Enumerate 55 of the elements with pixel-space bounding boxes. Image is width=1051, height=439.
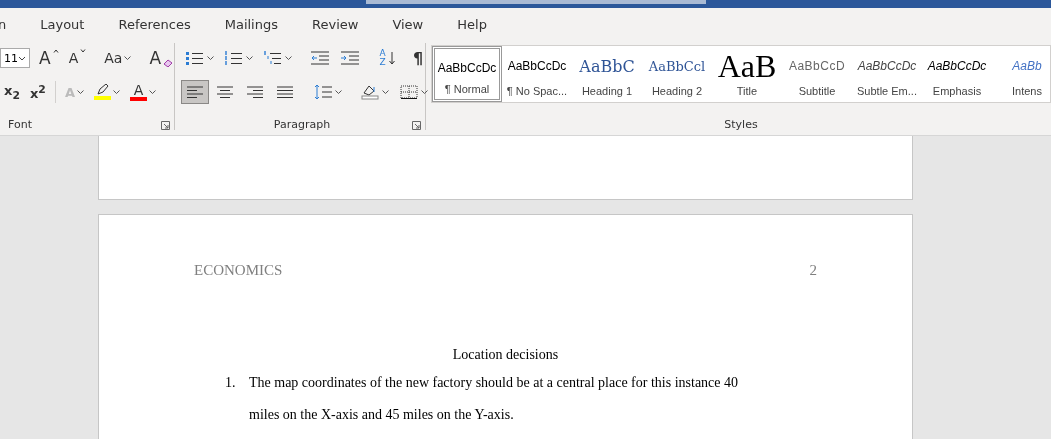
style-item[interactable]: AaBb Intens	[992, 46, 1050, 102]
group-label: Paragraph	[273, 117, 331, 131]
ribbon-tab[interactable]: Mailings	[207, 16, 295, 32]
ribbon-tab[interactable]: References	[101, 16, 208, 32]
group-label: Styles	[724, 117, 758, 131]
script-button[interactable]: x$_{2}$	[0, 80, 24, 104]
document-heading: Location decisions	[451, 346, 560, 364]
line-spacing-icon	[313, 84, 333, 100]
list-item-text: The map coordinates of the new factory should be at a central place for this instance 40 miles on the X-axis and 45 miles on the Y-axis.	[249, 374, 740, 424]
pen-icon	[94, 84, 111, 96]
ribbon-tab[interactable]: n	[0, 16, 24, 32]
font-size-field[interactable]: 11	[0, 48, 30, 68]
style-item[interactable]: AaBbCcl Heading 2	[642, 46, 712, 102]
align-center-icon	[215, 84, 235, 100]
multilevel-list-icon	[263, 50, 283, 66]
down-arrow-icon	[389, 51, 395, 65]
align-right-icon	[245, 84, 265, 100]
pilcrow-button[interactable]: ¶	[409, 46, 428, 70]
style-item[interactable]: AaBbCcDc ¶ Normal	[432, 46, 502, 102]
dialog-launcher-icon[interactable]	[412, 121, 421, 130]
bulleted-list-icon	[185, 50, 205, 66]
ribbon-tab[interactable]: Review	[295, 16, 376, 32]
paint-bucket-icon	[360, 84, 380, 100]
ribbon-tab[interactable]: View	[375, 16, 441, 32]
font-color-button[interactable]: A	[125, 80, 160, 104]
list-number: 1.	[225, 374, 237, 392]
ribbon-tab[interactable]: Layout	[23, 16, 102, 32]
align-left-icon	[185, 84, 205, 100]
dialog-launcher-icon[interactable]	[161, 121, 170, 130]
style-item[interactable]: AaB Title	[712, 46, 782, 102]
align-left-button[interactable]	[181, 80, 209, 104]
style-item[interactable]: AaBbCcDc ¶ No Spac...	[502, 46, 572, 102]
caret-up-icon	[52, 49, 59, 53]
caret-icon	[18, 55, 26, 61]
clear-formatting-button[interactable]: A	[145, 46, 177, 70]
numbered-list-icon	[224, 50, 244, 66]
justify-icon	[275, 84, 295, 100]
increase-indent-icon	[340, 50, 360, 66]
eraser-icon	[163, 59, 173, 67]
borders-icon	[399, 84, 419, 100]
script-button[interactable]: x$^{2}$	[25, 80, 50, 104]
shrink-font-button[interactable]: A	[64, 46, 91, 70]
sort-button[interactable]: AZ	[374, 46, 399, 70]
style-item[interactable]: AaBbCcDc Subtle Em...	[852, 46, 922, 102]
grow-font-button[interactable]: A	[35, 46, 63, 70]
group-label: Font	[8, 117, 32, 131]
style-item[interactable]: AaBbCcD Subtitle	[782, 46, 852, 102]
style-item[interactable]: AaBbCcDc Emphasis	[922, 46, 992, 102]
header-text: ECONOMICS	[194, 262, 283, 279]
change-case-button[interactable]: Aa	[100, 46, 136, 70]
ribbon-tab[interactable]: Help	[440, 16, 504, 32]
style-item[interactable]: AaBbC Heading 1	[572, 46, 642, 102]
caret-icon	[80, 49, 87, 53]
page-number: 2	[809, 262, 817, 279]
decrease-indent-icon	[310, 50, 330, 66]
